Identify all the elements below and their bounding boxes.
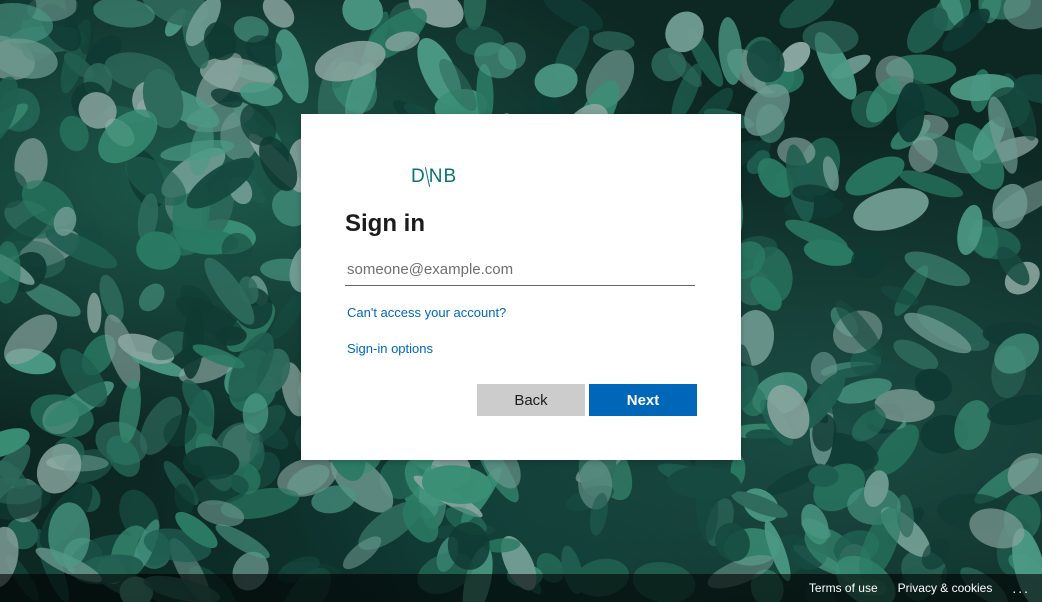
signin-options-link[interactable]: Sign-in options <box>347 341 433 356</box>
signin-card: DNB Sign in Can't access your account? S… <box>301 114 741 460</box>
privacy-cookies-link[interactable]: Privacy & cookies <box>898 581 993 595</box>
page-title: Sign in <box>345 210 425 237</box>
cant-access-account-link[interactable]: Can't access your account? <box>347 305 506 320</box>
back-button[interactable]: Back <box>477 384 585 416</box>
background-disc <box>802 20 859 54</box>
dnb-logo: D NB <box>411 166 457 188</box>
background-disc <box>592 31 635 51</box>
background-disc <box>87 292 102 333</box>
more-options-icon[interactable]: ... <box>1012 580 1030 596</box>
logo-text-right: NB <box>428 166 458 187</box>
footer-bar: Terms of use Privacy & cookies ... <box>0 574 1042 602</box>
background-disc <box>1003 0 1042 30</box>
next-button[interactable]: Next <box>589 384 697 416</box>
terms-of-use-link[interactable]: Terms of use <box>809 581 878 595</box>
logo-text-left: D <box>411 166 426 187</box>
email-input[interactable] <box>345 254 695 286</box>
background-disc <box>851 246 884 279</box>
background-disc <box>138 283 165 312</box>
